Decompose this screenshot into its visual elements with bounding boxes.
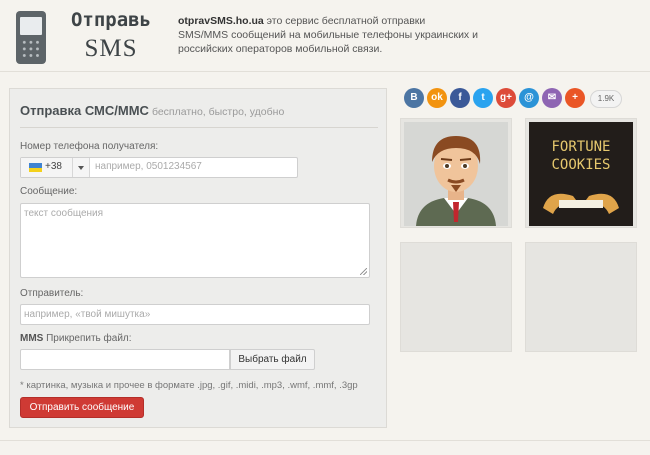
phone-number-input[interactable]: например, 0501234567	[95, 161, 202, 172]
logo-text-bottom[interactable]: SMS	[56, 35, 166, 63]
choose-file-button[interactable]: Выбрать файл	[230, 349, 315, 370]
add-icon[interactable]: +	[565, 88, 585, 108]
sender-input[interactable]: например, «твой мишутка»	[20, 304, 370, 325]
empty-thumbnail-1[interactable]	[400, 242, 512, 352]
country-dropdown-toggle[interactable]	[73, 158, 90, 177]
file-path-field[interactable]	[20, 349, 230, 370]
resize-handle-icon[interactable]	[360, 268, 367, 275]
ukraine-flag-icon	[29, 163, 42, 172]
message-placeholder: текст сообщения	[24, 208, 104, 219]
mobile-phone-icon	[16, 11, 46, 64]
site-name: otpravSMS.ho.ua	[178, 15, 264, 27]
vk-icon[interactable]: B	[404, 88, 424, 108]
share-count-badge: 1.9K	[590, 90, 622, 108]
phone-label: Номер телефона получателя:	[20, 141, 159, 152]
form-title: Отправка СМС/ММС бесплатно, быстро, удобн…	[20, 103, 284, 118]
cartoon-man-avatar	[404, 122, 508, 226]
odnoklassniki-icon[interactable]: ok	[427, 88, 447, 108]
google-plus-icon[interactable]: g+	[496, 88, 516, 108]
sms-form-panel: Отправка СМС/ММС бесплатно, быстро, удобн…	[9, 88, 387, 428]
mms-label-text: Прикрепить файл:	[43, 333, 132, 344]
send-message-button[interactable]: Отправить сообщение	[20, 397, 144, 418]
message-textarea[interactable]: текст сообщения	[20, 203, 370, 278]
phone-input-group: +38 например, 0501234567	[20, 157, 298, 178]
sender-label: Отправитель:	[20, 288, 84, 299]
twitter-icon[interactable]: t	[473, 88, 493, 108]
sender-placeholder: например, «твой мишутка»	[24, 309, 151, 320]
message-label: Сообщение:	[20, 186, 78, 197]
avatar-thumbnail[interactable]	[400, 118, 512, 228]
site-description: otpravSMS.ho.ua это сервис бесплатной от…	[178, 14, 478, 56]
mms-label: MMS Прикрепить файл:	[20, 333, 132, 344]
mms-label-bold: MMS	[20, 333, 44, 344]
fortune-title-line1: FORTUNE	[551, 139, 611, 155]
divider	[20, 127, 378, 128]
fortune-cookie-icon	[543, 193, 619, 214]
form-subtitle: бесплатно, быстро, удобно	[151, 106, 285, 118]
email-icon[interactable]: ✉	[542, 88, 562, 108]
footer-divider	[0, 440, 650, 441]
form-title-text: Отправка СМС/ММС	[20, 103, 149, 118]
site-header: Отправь SMS otpravSMS.ho.ua это сервис б…	[0, 0, 650, 72]
file-format-note: * картинка, музыка и прочее в формате .j…	[20, 380, 358, 391]
fortune-cookies-title: FORTUNE COOKIES	[529, 138, 633, 174]
country-code: +38	[45, 161, 62, 172]
fortune-title-line2: COOKIES	[551, 157, 611, 173]
empty-thumbnail-2[interactable]	[525, 242, 637, 352]
country-code-button[interactable]: +38	[21, 158, 73, 177]
logo-text-top[interactable]: Отправь	[56, 9, 166, 31]
fortune-cookies-thumbnail[interactable]: FORTUNE COOKIES	[525, 118, 637, 228]
mail-ru-icon[interactable]: @	[519, 88, 539, 108]
facebook-icon[interactable]: f	[450, 88, 470, 108]
